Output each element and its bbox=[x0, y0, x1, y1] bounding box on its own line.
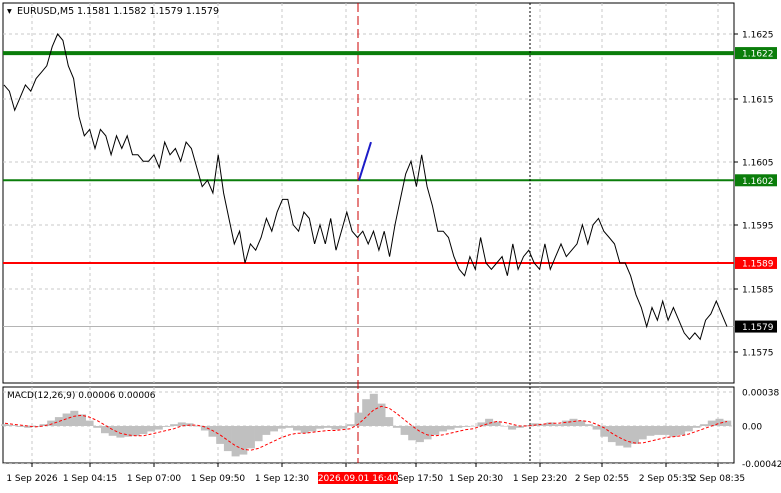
macd-bar bbox=[47, 420, 56, 426]
y-tick-label: 1.1605 bbox=[742, 159, 774, 169]
macd-bar bbox=[8, 425, 17, 426]
macd-bar bbox=[369, 393, 378, 426]
y-tick-label: 1.1575 bbox=[742, 349, 774, 359]
macd-bar bbox=[692, 426, 701, 428]
price-level-label: 1.1589 bbox=[742, 259, 774, 269]
macd-bar bbox=[300, 426, 309, 434]
macd-bar bbox=[1, 424, 10, 426]
macd-bar bbox=[462, 426, 470, 427]
macd-bar bbox=[415, 426, 424, 443]
macd-bar bbox=[638, 426, 647, 440]
dropdown-triangle-icon[interactable]: ▾ bbox=[7, 6, 12, 17]
x-tick-label: 1 Sep 07:00 bbox=[127, 474, 182, 484]
macd-bar bbox=[170, 424, 179, 426]
price-level-label: 1.1579 bbox=[742, 323, 774, 333]
macd-bar bbox=[700, 424, 709, 426]
macd-bar bbox=[446, 426, 455, 430]
macd-bar bbox=[139, 426, 148, 435]
macd-bar bbox=[623, 426, 632, 448]
macd-bar bbox=[323, 426, 332, 428]
macd-bar bbox=[254, 426, 263, 442]
y-tick-label: 1.1615 bbox=[742, 96, 774, 106]
symbol-label: EURUSD,M5 bbox=[17, 6, 74, 17]
macd-bar bbox=[423, 426, 432, 440]
macd-bar bbox=[707, 420, 716, 426]
macd-bar bbox=[277, 426, 286, 429]
macd-bar bbox=[431, 426, 440, 435]
macd-bar bbox=[316, 426, 325, 429]
macd-bar bbox=[285, 426, 294, 428]
macd-bar bbox=[339, 426, 348, 429]
macd-y-tick-label: -0.00042 bbox=[742, 460, 781, 470]
macd-bar bbox=[154, 426, 163, 430]
macd-bar bbox=[385, 417, 394, 426]
macd-bar bbox=[208, 426, 217, 437]
x-tick-label: 1 Sep 12:30 bbox=[255, 474, 310, 484]
macd-bar bbox=[646, 426, 655, 436]
trading-chart[interactable]: 1.1625 1.1615 1.1605 1.1595 1.1585 1.1575 1 Se… bbox=[0, 0, 781, 489]
macd-bar bbox=[239, 426, 248, 455]
x-tick-label: 2 Sep 08:35 bbox=[691, 474, 745, 484]
x-tick-label: 1 Sep 23:20 bbox=[513, 474, 568, 484]
x-tick-label: 2 Sep 02:55 bbox=[575, 474, 629, 484]
macd-bar bbox=[677, 426, 686, 435]
macd-bar bbox=[669, 426, 678, 437]
macd-bar bbox=[16, 426, 25, 427]
macd-bar bbox=[607, 426, 616, 443]
macd-bar bbox=[723, 420, 732, 426]
price-level-label: 1.1602 bbox=[742, 177, 774, 187]
price-panel-frame bbox=[2, 2, 735, 384]
x-tick-label: 1 Sep 2026 bbox=[6, 474, 58, 484]
ohlc-readout: 1.1581 1.1582 1.1579 1.1579 bbox=[77, 6, 219, 17]
macd-bar bbox=[131, 426, 140, 436]
macd-bar bbox=[439, 426, 447, 432]
macd-bar bbox=[500, 426, 509, 427]
macd-bar bbox=[231, 426, 240, 457]
y-tick-label: 1.1585 bbox=[742, 286, 774, 296]
price-level-label: 1.1622 bbox=[742, 50, 774, 60]
macd-bar bbox=[654, 426, 662, 435]
x-tick-label: 2 Sep 05:35 bbox=[639, 474, 693, 484]
macd-bar bbox=[246, 426, 255, 449]
macd-bar bbox=[469, 426, 478, 427]
x-tick-label: 1 Sep 20:30 bbox=[449, 474, 504, 484]
time-marker-label: 2026.09.01 16:40 bbox=[318, 474, 399, 484]
macd-bar bbox=[85, 420, 94, 426]
macd-bar bbox=[561, 420, 570, 426]
macd-bar bbox=[262, 426, 271, 435]
macd-bar bbox=[392, 426, 401, 428]
macd-bar bbox=[147, 426, 156, 432]
macd-bar bbox=[54, 417, 63, 426]
macd-bar bbox=[293, 426, 301, 431]
y-tick-label: 1.1595 bbox=[742, 222, 774, 232]
macd-bar bbox=[400, 426, 409, 435]
macd-bar bbox=[362, 399, 371, 426]
macd-y-tick-label: 0.00038 bbox=[742, 389, 779, 399]
macd-bar bbox=[377, 403, 386, 426]
x-tick-label: 1 Sep 04:15 bbox=[63, 474, 117, 484]
macd-y-tick-label: 0.00 bbox=[742, 423, 762, 433]
macd-bar bbox=[569, 418, 578, 426]
x-tick-label: 1 Sep 09:50 bbox=[191, 474, 246, 484]
macd-label: MACD(12,26,9) 0.00006 0.00006 bbox=[7, 391, 156, 401]
macd-bar bbox=[70, 410, 79, 426]
macd-bar bbox=[661, 426, 670, 435]
macd-bar bbox=[454, 426, 463, 428]
macd-bar bbox=[508, 426, 517, 430]
macd-bar bbox=[592, 426, 601, 430]
macd-bar bbox=[584, 424, 593, 426]
macd-bar bbox=[162, 426, 171, 427]
chart-canvas[interactable]: 1.1625 1.1615 1.1605 1.1595 1.1585 1.1575 1 Se… bbox=[0, 0, 781, 489]
macd-bar bbox=[93, 426, 102, 428]
macd-bar bbox=[554, 424, 563, 426]
macd-bar bbox=[270, 426, 278, 432]
macd-bar bbox=[331, 426, 340, 430]
macd-bar bbox=[116, 426, 125, 438]
macd-bar bbox=[631, 426, 639, 444]
macd-bar bbox=[346, 424, 355, 426]
macd-bar bbox=[308, 426, 317, 432]
macd-bar bbox=[684, 426, 693, 432]
y-tick-label: 1.1625 bbox=[742, 31, 774, 41]
